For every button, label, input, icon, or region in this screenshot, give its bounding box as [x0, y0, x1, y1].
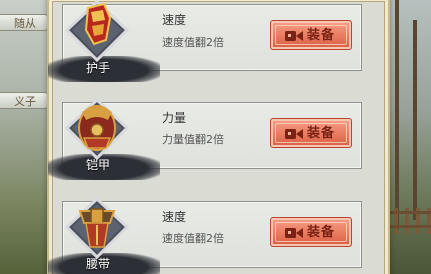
weapon-pole [413, 20, 417, 220]
item-name-label: 护手 [85, 61, 110, 75]
armor-icon [64, 98, 130, 164]
equip-button[interactable]: 装备 [270, 118, 352, 148]
belt-icon [64, 197, 130, 263]
attribute-title: 速度 [162, 210, 187, 224]
item-name-label: 铠甲 [85, 158, 110, 172]
attribute-description: 力量值翻2倍 [162, 133, 224, 146]
attribute-title: 速度 [162, 13, 187, 27]
side-tab-adopted-son[interactable]: 义子 [0, 92, 48, 109]
weapon-pole [395, 0, 399, 230]
equip-button[interactable]: 装备 [270, 217, 352, 247]
equip-button-label: 装备 [307, 126, 336, 141]
gauntlet-icon [64, 0, 130, 66]
side-tab-followers[interactable]: 随从 [0, 14, 48, 31]
attribute-title: 力量 [162, 111, 187, 125]
video-camera-icon [285, 228, 303, 238]
equip-button[interactable]: 装备 [270, 20, 352, 50]
equip-button-label: 装备 [307, 225, 336, 240]
attribute-description: 速度值翻2倍 [162, 232, 224, 245]
item-name-label: 腰带 [85, 257, 110, 271]
attribute-description: 速度值翻2倍 [162, 36, 224, 49]
video-camera-icon [285, 31, 303, 41]
equip-button-label: 装备 [307, 28, 336, 43]
video-camera-icon [285, 129, 303, 139]
